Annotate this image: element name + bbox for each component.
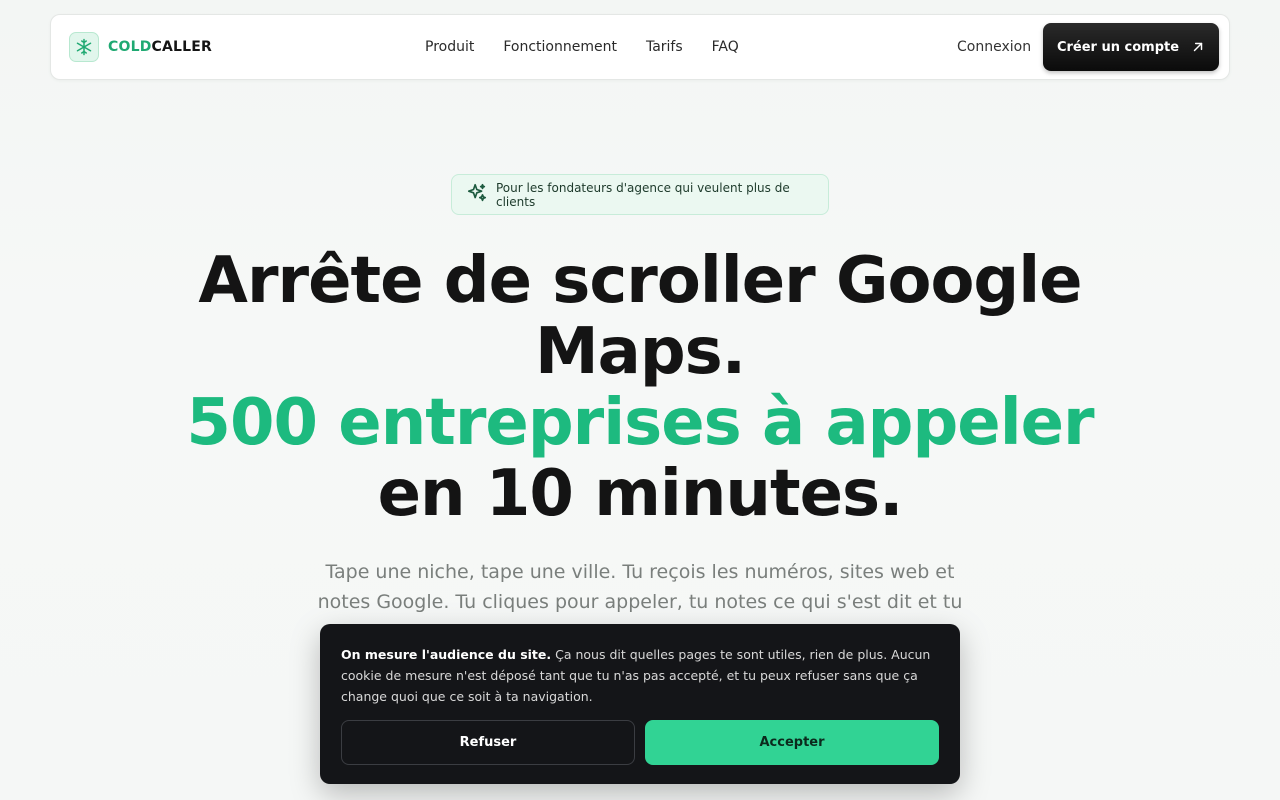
audience-badge: Pour les fondateurs d'agence qui veulent… <box>451 174 829 215</box>
cookie-actions: Refuser Accepter <box>341 720 939 765</box>
nav-link-fonctionnement[interactable]: Fonctionnement <box>503 39 617 55</box>
nav-link-faq[interactable]: FAQ <box>712 39 739 55</box>
brand-name-cold: COLD <box>108 39 152 55</box>
badge-text: Pour les fondateurs d'agence qui veulent… <box>496 180 790 209</box>
snowflake-icon <box>69 32 99 62</box>
hero-title-line-1: Arrête de scroller Google <box>198 244 1082 318</box>
hero-title: Arrête de scroller Google Maps. 500 entr… <box>140 246 1140 530</box>
sparkles-icon <box>466 182 488 208</box>
cookie-message: On mesure l'audience du site. Ça nous di… <box>341 644 939 707</box>
accept-cookies-button[interactable]: Accepter <box>645 720 939 765</box>
login-link[interactable]: Connexion <box>957 39 1031 55</box>
create-account-label: Créer un compte <box>1056 39 1180 55</box>
cookie-title: On mesure l'audience du site. <box>341 647 552 662</box>
brand-name: COLDCALLER <box>108 39 212 55</box>
nav-links: Produit Fonctionnement Tarifs FAQ <box>425 39 768 55</box>
nav-link-tarifs[interactable]: Tarifs <box>646 39 683 55</box>
hero-title-line-2: Maps. <box>534 315 746 389</box>
hero-title-highlight: 500 entreprises à appeler <box>186 386 1094 460</box>
refuse-cookies-button[interactable]: Refuser <box>341 720 635 765</box>
nav-link-produit[interactable]: Produit <box>425 39 474 55</box>
create-account-button[interactable]: Créer un compte <box>1043 23 1219 71</box>
cookie-consent-banner: On mesure l'audience du site. Ça nous di… <box>320 624 960 784</box>
arrow-up-right-icon <box>1191 40 1205 54</box>
brand-logo[interactable]: COLDCALLER <box>69 32 212 62</box>
brand-name-caller: CALLER <box>151 39 213 55</box>
hero-title-line-4: en 10 minutes. <box>377 457 904 531</box>
top-navbar: COLDCALLER Produit Fonctionnement Tarifs… <box>50 14 1230 80</box>
